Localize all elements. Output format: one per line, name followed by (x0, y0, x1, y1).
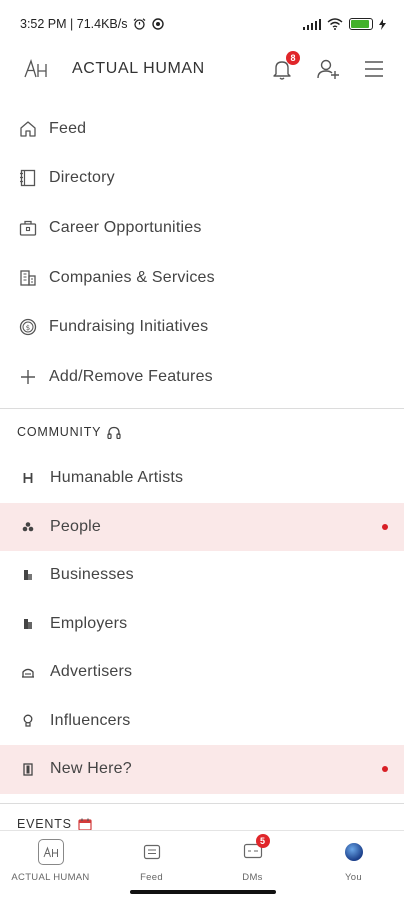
menu-item-directory[interactable]: Directory (0, 154, 404, 204)
nav-tab-label: ACTUAL HUMAN (11, 872, 90, 883)
community-item-influencers[interactable]: Influencers (0, 697, 404, 746)
menu-item-feed[interactable]: Feed (0, 104, 404, 154)
avatar-icon (341, 839, 367, 865)
community-item-label: People (50, 517, 102, 535)
svg-text:$: $ (26, 324, 30, 332)
feed-icon (139, 839, 165, 865)
community-item-label: Employers (50, 614, 128, 632)
divider (0, 408, 404, 409)
header-icons: 8 (270, 51, 386, 81)
community-item-new-here[interactable]: New Here? (0, 745, 404, 794)
menu-item-label: Add/Remove Features (49, 367, 213, 385)
community-item-humanable-artists[interactable]: Humanable Artists (0, 454, 404, 503)
battery-icon (349, 18, 373, 30)
nav-tab-you[interactable]: You (303, 831, 404, 900)
community-item-label: Advertisers (50, 663, 133, 681)
unread-dot (382, 523, 388, 530)
headphones-icon (107, 426, 121, 439)
community-item-label: Businesses (50, 566, 134, 584)
chat-icon: 5 (240, 834, 270, 865)
advertiser-icon (21, 665, 35, 679)
community-item-label: Humanable Artists (50, 469, 184, 487)
menu-item-career-opportunities[interactable]: Career Opportunities (0, 203, 404, 253)
menu-item-fundraising-initiatives[interactable]: $ Fundraising Initiatives (0, 302, 404, 352)
events-header-label: EVENTS (17, 817, 72, 831)
dollar-coin-icon: $ (18, 317, 38, 337)
status-time-speed: 3:52 PM | 71.4KB/s (20, 17, 128, 31)
actual-human-logo[interactable] (22, 57, 50, 81)
status-left: 3:52 PM | 71.4KB/s (20, 17, 165, 31)
avatar (344, 843, 363, 861)
menu-item-label: Career Opportunities (49, 218, 202, 236)
directory-icon (18, 168, 38, 188)
business-icon (21, 568, 35, 582)
dm-badge: 5 (255, 834, 270, 848)
community-item-label: Influencers (50, 711, 131, 729)
main-menu: Feed Directory Career Opportunities Comp… (0, 104, 404, 402)
influencer-icon (21, 714, 35, 728)
community-item-advertisers[interactable]: Advertisers (0, 648, 404, 697)
app-title: ACTUAL HUMAN (72, 60, 205, 77)
alarm-icon (134, 17, 146, 30)
community-section-header: COMMUNITY (17, 425, 121, 439)
status-bar: 3:52 PM | 71.4KB/s (0, 0, 404, 48)
status-right (302, 18, 386, 30)
bell-icon[interactable]: 8 (270, 51, 300, 81)
nav-tab-actual-human[interactable]: ACTUAL HUMAN (0, 831, 101, 900)
employer-icon (21, 617, 35, 631)
building-icon (18, 268, 38, 288)
community-list: Humanable Artists People Businesses Empl… (0, 454, 404, 794)
community-item-people[interactable]: People (0, 502, 404, 551)
people-icon (21, 520, 35, 534)
community-item-employers[interactable]: Employers (0, 600, 404, 649)
briefcase-icon (18, 218, 38, 238)
at-icon (152, 18, 165, 30)
calendar-icon (78, 818, 92, 831)
notification-badge: 8 (286, 51, 300, 65)
nav-tab-label: DMs (242, 872, 263, 883)
divider (0, 803, 404, 804)
unread-dot (382, 766, 388, 773)
signal-icon (302, 18, 321, 30)
menu-item-label: Companies & Services (49, 268, 215, 286)
menu-item-label: Directory (49, 169, 115, 187)
community-header-label: COMMUNITY (17, 425, 102, 439)
nav-tab-label: You (345, 872, 362, 883)
events-section-header: EVENTS (17, 817, 92, 831)
nav-tab-label: Feed (140, 872, 163, 883)
hamburger-menu-icon[interactable] (362, 57, 386, 81)
home-indicator (130, 890, 276, 894)
wifi-icon (327, 18, 343, 30)
ah-logo-icon (37, 839, 64, 865)
menu-item-companies-services[interactable]: Companies & Services (0, 253, 404, 303)
community-item-label: New Here? (50, 760, 132, 778)
app-header: ACTUAL HUMAN 8 (0, 48, 404, 90)
menu-item-label: Fundraising Initiatives (49, 318, 209, 336)
h-icon (21, 471, 35, 485)
home-icon (18, 119, 38, 139)
charging-icon (379, 18, 386, 30)
add-user-icon[interactable] (316, 57, 340, 81)
menu-item-label: Feed (49, 119, 87, 137)
door-icon (21, 762, 35, 776)
community-item-businesses[interactable]: Businesses (0, 551, 404, 600)
menu-item-add-remove-features[interactable]: Add/Remove Features (0, 352, 404, 402)
plus-icon (18, 367, 38, 387)
